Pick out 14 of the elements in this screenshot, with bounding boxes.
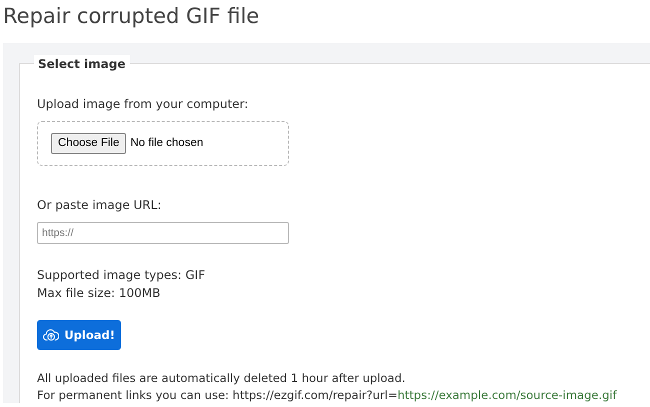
info-text: Max file size: 100MB: [37, 285, 162, 302]
cloud-upload-icon: [43, 328, 60, 342]
upload-button[interactable]: Upload!: [37, 320, 121, 350]
file-status-text: No file chosen: [130, 136, 204, 152]
upload-label: Upload image from your computer:: [37, 96, 250, 114]
fieldset-legend: Select image: [34, 55, 130, 74]
notice-text: All uploaded files are automatically deleted 1 hour after upload.: [37, 370, 406, 387]
url-input-field[interactable]: https://: [37, 222, 289, 244]
url-label: Or paste image URL:: [37, 197, 162, 214]
choose-file-button[interactable]: Choose File: [51, 133, 126, 154]
example-link[interactable]: https://example.com/source-image.gif: [397, 388, 617, 402]
page-title: Repair corrupted GIF file: [3, 3, 260, 30]
info-text: Supported image types: GIF: [37, 267, 206, 284]
permanent-link-note: For permanent links you can use: https://ezgif.com/repair?url=https://example.com/source-image.gif: [37, 386, 618, 404]
